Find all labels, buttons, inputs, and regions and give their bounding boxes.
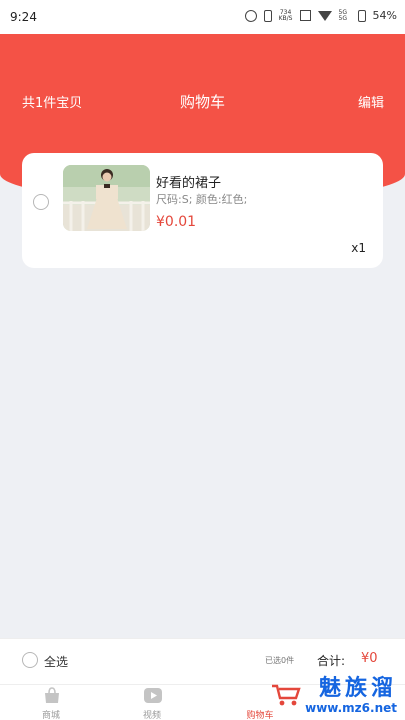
status-bar: 9:24 734 KB/S 5G 5G 54% bbox=[0, 0, 405, 34]
wifi-icon bbox=[317, 10, 332, 21]
select-all-radio[interactable] bbox=[22, 652, 38, 668]
product-price: ¥0.01 bbox=[156, 214, 197, 230]
status-icons: 734 KB/S 5G 5G 54% bbox=[244, 9, 397, 22]
status-time: 9:24 bbox=[10, 10, 37, 24]
cart-item-card[interactable]: 好看的裙子 尺码:S; 颜色:红色; ¥0.01 x1 bbox=[22, 153, 383, 268]
product-quantity: x1 bbox=[351, 241, 366, 255]
item-select-radio[interactable] bbox=[33, 194, 49, 210]
selected-count: 已选0件 bbox=[265, 656, 295, 665]
select-all-label[interactable]: 全选 bbox=[44, 653, 68, 670]
tab-video[interactable]: 视频 bbox=[112, 685, 192, 720]
page-title: 购物车 bbox=[179, 93, 225, 111]
tab-mall[interactable]: 商城 bbox=[11, 685, 91, 720]
network-speed: 734 KB/S bbox=[278, 9, 293, 22]
alarm-icon bbox=[244, 9, 257, 22]
battery-level: 54% bbox=[372, 9, 397, 22]
cart-icon bbox=[272, 684, 301, 706]
network-speed-unit: KB/S bbox=[278, 14, 293, 22]
tab-cart-label: 购物车 bbox=[246, 711, 274, 720]
dress-photo bbox=[63, 165, 150, 231]
battery-icon bbox=[357, 9, 366, 22]
total-label: 合计: bbox=[317, 654, 346, 668]
total-value: ¥0 bbox=[361, 651, 378, 666]
watermark-text: 魅族溜 bbox=[318, 676, 397, 701]
edit-button[interactable]: 编辑 bbox=[358, 92, 384, 111]
tab-video-label: 视频 bbox=[142, 711, 161, 720]
watermark: 魅族溜 www.mz6.net bbox=[272, 676, 397, 715]
bag-icon bbox=[45, 687, 59, 703]
nfc-icon bbox=[299, 10, 311, 21]
product-image[interactable] bbox=[63, 165, 150, 231]
play-icon bbox=[144, 688, 162, 703]
vibrate-icon bbox=[263, 9, 272, 22]
product-name[interactable]: 好看的裙子 bbox=[156, 172, 221, 191]
signal-icon: 5G 5G bbox=[338, 9, 351, 22]
watermark-url: www.mz6.net bbox=[305, 701, 397, 715]
tab-mall-label: 商城 bbox=[41, 711, 60, 720]
product-spec: 尺码:S; 颜色:红色; bbox=[156, 193, 248, 206]
signal-label-bottom: 5G bbox=[338, 14, 348, 22]
